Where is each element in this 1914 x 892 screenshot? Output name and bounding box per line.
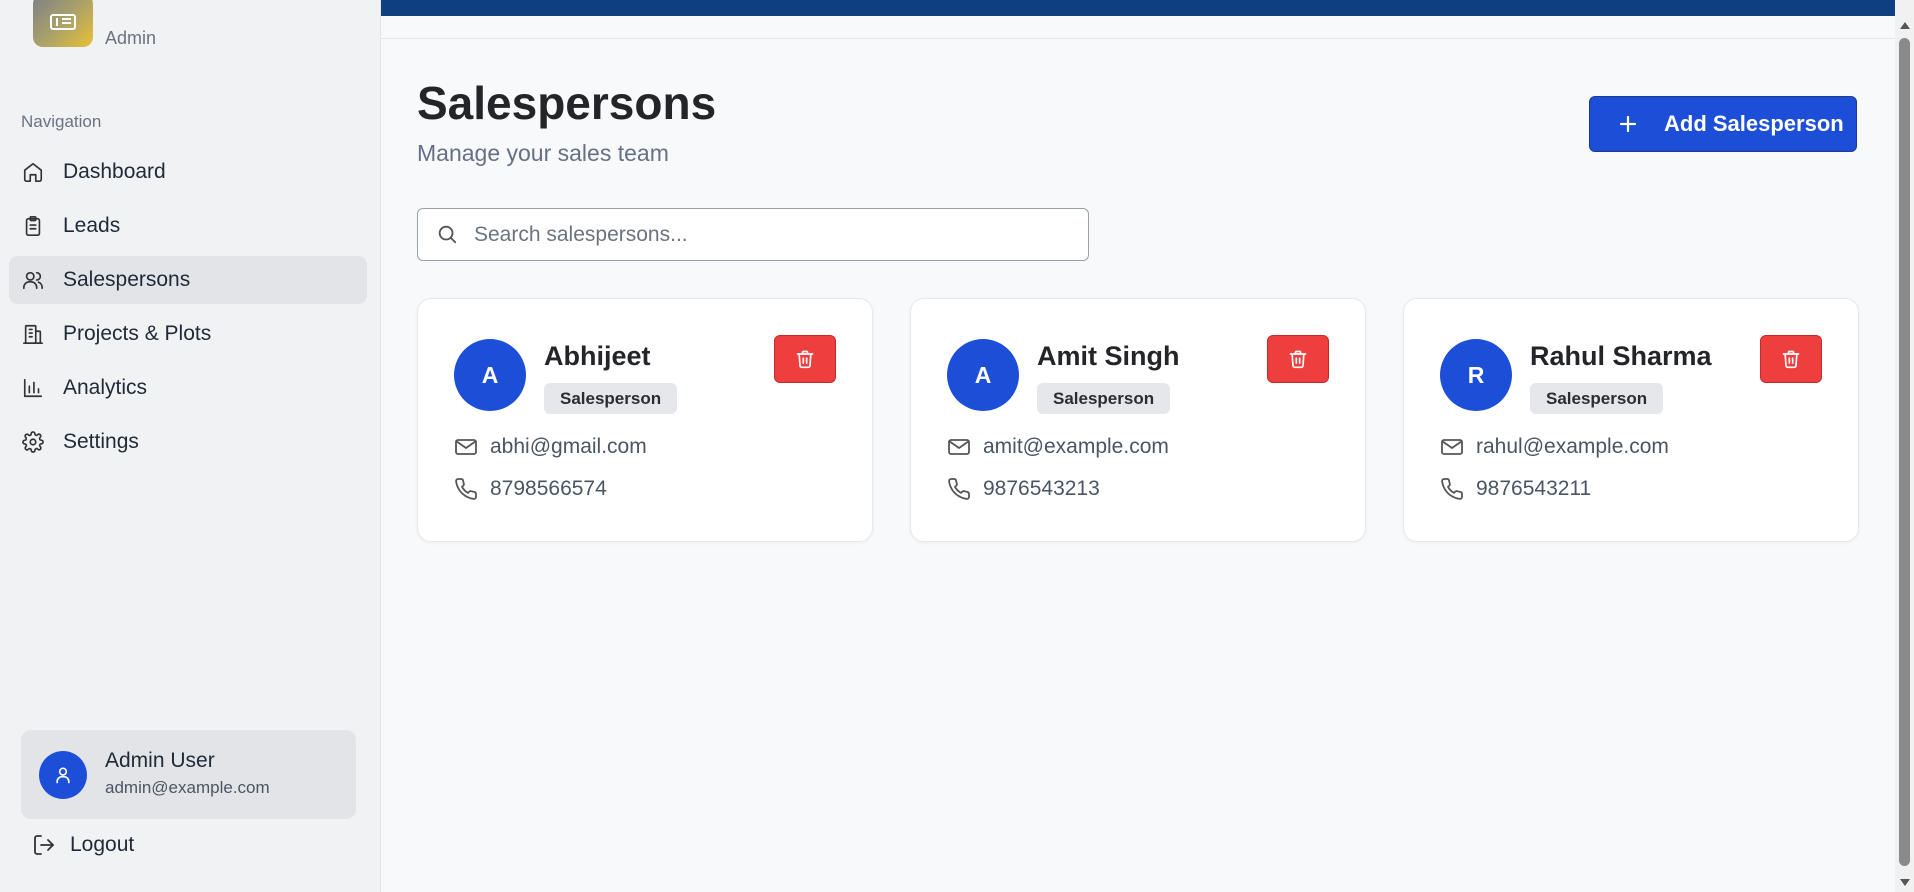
salesperson-email: amit@example.com <box>983 435 1169 458</box>
phone-row: 9876543213 <box>947 477 1100 501</box>
sidebar-item-label: Dashboard <box>63 160 166 183</box>
sidebar-item-dashboard[interactable]: Dashboard <box>9 148 367 196</box>
salesperson-card: R Rahul Sharma Salesperson rahul@example… <box>1403 298 1859 542</box>
sidebar-item-projects[interactable]: Projects & Plots <box>9 310 367 358</box>
delete-button[interactable] <box>1267 335 1329 383</box>
app-logo[interactable] <box>33 0 93 47</box>
search-icon <box>436 223 460 247</box>
vertical-scrollbar[interactable] <box>1895 0 1914 892</box>
phone-icon <box>947 477 971 501</box>
delete-button[interactable] <box>774 335 836 383</box>
role-badge: Salesperson <box>544 383 678 414</box>
gear-icon <box>21 430 45 454</box>
nav-heading: Navigation <box>21 112 102 131</box>
scroll-up-arrow-icon[interactable] <box>1900 22 1910 29</box>
header-divider <box>381 38 1895 39</box>
logout-icon <box>32 833 56 857</box>
user-email: admin@example.com <box>105 778 270 797</box>
salesperson-phone: 8798566574 <box>490 477 607 500</box>
sidebar-item-label: Projects & Plots <box>63 322 212 345</box>
salesperson-phone: 9876543211 <box>1476 477 1592 500</box>
phone-row: 9876543211 <box>1440 477 1591 501</box>
logout-button[interactable]: Logout <box>32 833 134 857</box>
avatar: A <box>947 339 1019 411</box>
role-badge: Salesperson <box>1530 383 1664 414</box>
salesperson-name: Amit Singh <box>1037 341 1180 371</box>
brand-subtitle: Admin <box>105 28 157 48</box>
trash-icon <box>796 350 814 369</box>
avatar <box>39 751 87 799</box>
role-badge: Salesperson <box>1037 383 1171 414</box>
users-icon <box>21 268 45 292</box>
email-row: abhi@gmail.com <box>454 435 647 459</box>
mail-icon <box>947 435 971 459</box>
trash-icon <box>1782 350 1800 369</box>
plus-icon <box>1616 112 1640 136</box>
salesperson-email: rahul@example.com <box>1476 435 1669 458</box>
user-card[interactable]: Admin User admin@example.com <box>21 730 356 819</box>
page-subtitle: Manage your sales team <box>417 140 669 166</box>
scroll-down-arrow-icon[interactable] <box>1900 879 1910 886</box>
sidebar-item-label: Analytics <box>63 376 148 399</box>
search-input[interactable] <box>474 222 1088 247</box>
building-icon <box>21 322 45 346</box>
add-salesperson-button[interactable]: Add Salesperson <box>1589 96 1857 152</box>
logo-icon <box>50 13 76 30</box>
user-name: Admin User <box>105 749 215 772</box>
mail-icon <box>1440 435 1464 459</box>
search-box[interactable] <box>417 208 1089 261</box>
clipboard-icon <box>21 214 45 238</box>
phone-icon <box>1440 477 1464 501</box>
sidebar-item-analytics[interactable]: Analytics <box>9 364 367 412</box>
phone-icon <box>454 477 478 501</box>
email-row: rahul@example.com <box>1440 435 1669 459</box>
sidebar: Admin Navigation Dashboard Leads Salespe… <box>0 0 381 892</box>
sidebar-nav: Dashboard Leads Salespersons Projects & … <box>9 148 367 472</box>
add-salesperson-label: Add Salesperson <box>1664 111 1844 136</box>
salesperson-name: Abhijeet <box>544 341 651 371</box>
user-icon <box>56 767 70 784</box>
sidebar-item-leads[interactable]: Leads <box>9 202 367 250</box>
salesperson-card: A Amit Singh Salesperson amit@example.co… <box>910 298 1366 542</box>
salesperson-phone: 9876543213 <box>983 477 1100 500</box>
scroll-thumb[interactable] <box>1899 38 1910 866</box>
salesperson-card: A Abhijeet Salesperson abhi@gmail.com 87… <box>417 298 873 542</box>
bar-chart-icon <box>21 376 45 400</box>
salesperson-email: abhi@gmail.com <box>490 435 647 458</box>
sidebar-item-label: Settings <box>63 430 139 453</box>
email-row: amit@example.com <box>947 435 1169 459</box>
mail-icon <box>454 435 478 459</box>
sidebar-item-settings[interactable]: Settings <box>9 418 367 466</box>
sidebar-item-label: Salespersons <box>63 268 191 291</box>
page-title: Salespersons <box>417 77 717 129</box>
top-accent-bar <box>381 0 1895 16</box>
sidebar-item-label: Leads <box>63 214 121 237</box>
home-icon <box>21 160 45 184</box>
salesperson-name: Rahul Sharma <box>1530 341 1712 371</box>
avatar: A <box>454 339 526 411</box>
delete-button[interactable] <box>1760 335 1822 383</box>
sidebar-item-salespersons[interactable]: Salespersons <box>9 256 367 304</box>
trash-icon <box>1289 350 1307 369</box>
logout-label: Logout <box>70 833 135 856</box>
phone-row: 8798566574 <box>454 477 607 501</box>
avatar: R <box>1440 339 1512 411</box>
